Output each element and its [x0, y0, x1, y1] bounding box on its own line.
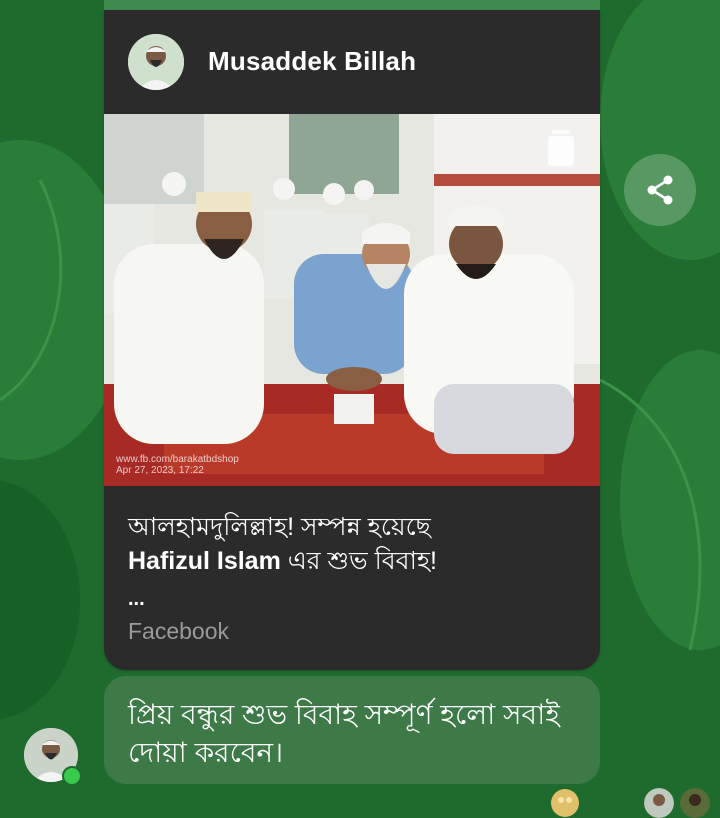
caption-name: Hafizul Islam [128, 547, 281, 575]
post-header: Musaddek Billah [104, 10, 600, 114]
previous-message-edge [104, 0, 600, 10]
caption-line-1: আলহামদুলিল্লাহ! সম্পন্ন হয়েছে [128, 513, 431, 541]
caption-rest: এর শুভ বিবাহ! [280, 547, 437, 575]
seen-avatar-1 [644, 788, 674, 818]
reaction-icon [550, 788, 580, 818]
caption-ellipsis: ... [128, 588, 145, 610]
author-name[interactable]: Musaddek Billah [208, 46, 416, 77]
share-icon [647, 175, 673, 205]
share-button[interactable] [624, 154, 696, 226]
post-photo[interactable]: www.fb.com/barakatbdshop Apr 27, 2023, 1… [104, 114, 600, 486]
caption-line-2: Hafizul Islam এর শুভ বিবাহ! [128, 544, 578, 578]
online-dot [62, 766, 82, 786]
message-bubble[interactable]: প্রিয় বন্ধুর শুভ বিবাহ সম্পূর্ণ হলো সবা… [104, 676, 600, 784]
post-source: Facebook [128, 618, 230, 644]
shared-post-card[interactable]: Musaddek Billah www.fb.com/barakatbdshop… [104, 10, 600, 670]
photo-watermark: www.fb.com/barakatbdshop Apr 27, 2023, 1… [116, 454, 239, 476]
seen-avatar-2 [680, 788, 710, 818]
document-icon [548, 130, 574, 166]
message-text: প্রিয় বন্ধুর শুভ বিবাহ সম্পূর্ণ হলো সবা… [128, 699, 560, 768]
author-avatar[interactable] [128, 34, 184, 90]
post-caption: আলহামদুলিল্লাহ! সম্পন্ন হয়েছে Hafizul I… [128, 510, 578, 578]
